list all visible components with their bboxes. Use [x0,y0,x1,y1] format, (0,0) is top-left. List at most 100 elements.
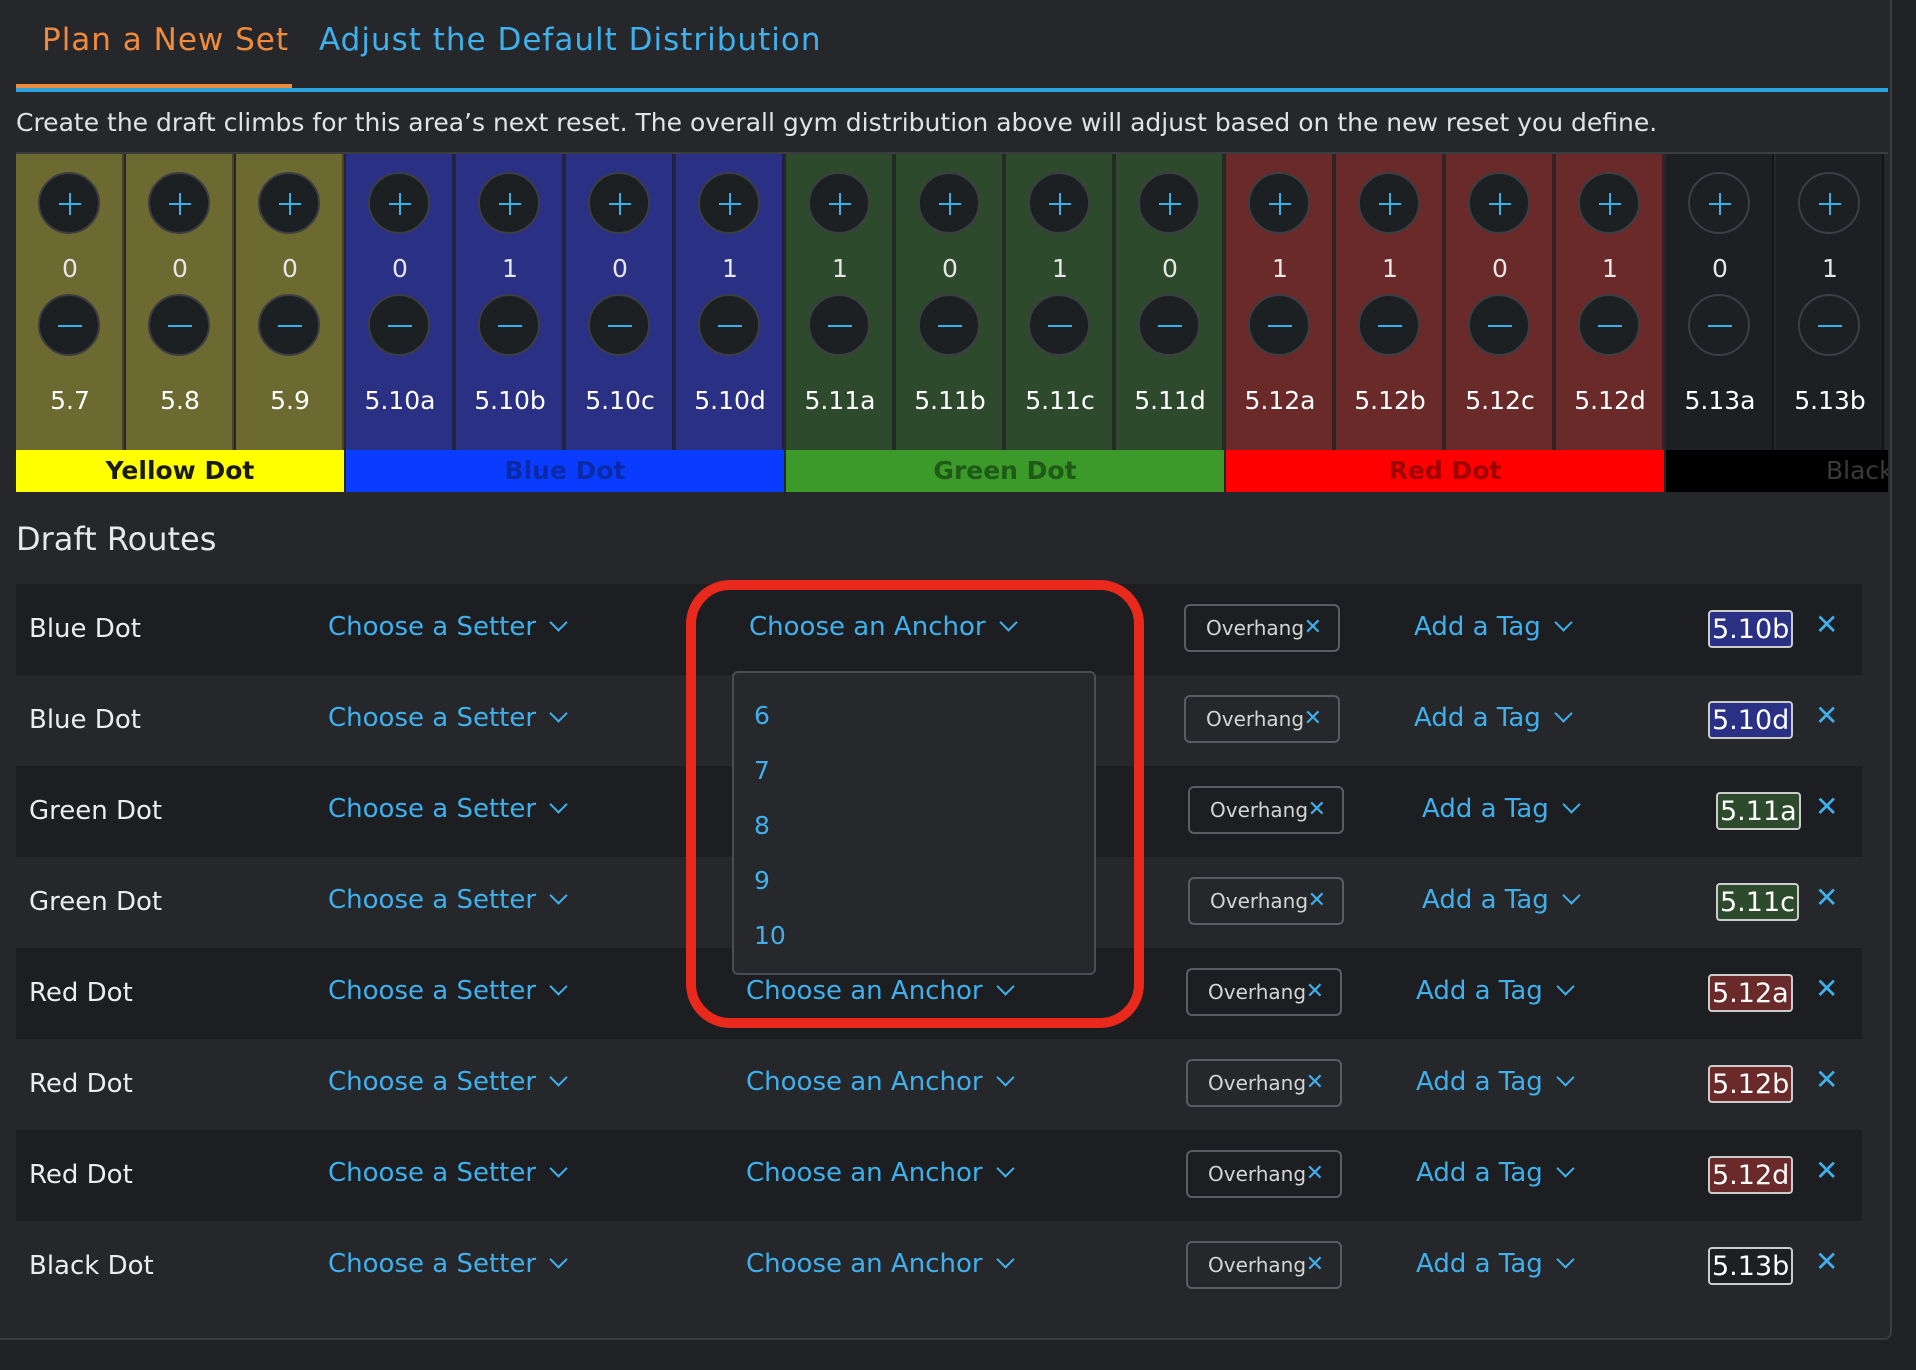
remove-route-icon[interactable]: ✕ [1815,790,1838,823]
anchor-dropdown-menu: 6 7 8 9 10 [732,671,1096,975]
grade-label: 5.12c [1465,386,1535,415]
decrement-button[interactable] [588,294,650,356]
increment-button[interactable] [368,172,430,234]
remove-route-icon[interactable]: ✕ [1815,699,1838,732]
remove-tag-icon[interactable]: ✕ [1306,1152,1324,1196]
anchor-dropdown[interactable]: Choose an Anchor [749,612,1018,642]
setter-dropdown[interactable]: Choose a Setter [328,976,568,1006]
add-tag-dropdown[interactable]: Add a Tag [1414,612,1573,642]
setter-dropdown-label: Choose a Setter [328,885,537,915]
add-tag-dropdown[interactable]: Add a Tag [1414,703,1573,733]
decrement-button[interactable] [1028,294,1090,356]
chevron-down-icon [1554,613,1573,632]
anchor-option[interactable]: 8 [754,811,770,840]
decrement-button[interactable] [38,294,100,356]
anchor-option[interactable]: 9 [754,866,770,895]
setter-dropdown[interactable]: Choose a Setter [328,1158,568,1188]
category-band-4: Red Dot [1226,450,1664,492]
plus-icon-stroke [1059,193,1061,215]
decrement-button[interactable] [478,294,540,356]
decrement-button[interactable] [698,294,760,356]
plus-icon-stroke [839,193,841,215]
decrement-button[interactable] [148,294,210,356]
increment-button[interactable] [1468,172,1530,234]
add-tag-dropdown[interactable]: Add a Tag [1416,976,1575,1006]
increment-button[interactable] [1138,172,1200,234]
grade-column: 1 5.12d [1556,154,1664,450]
add-tag-dropdown[interactable]: Add a Tag [1416,1067,1575,1097]
anchor-option[interactable]: 7 [754,756,770,785]
setter-dropdown[interactable]: Choose a Setter [328,703,568,733]
decrement-button[interactable] [808,294,870,356]
grade-label: 5.11b [914,386,986,415]
increment-button[interactable] [38,172,100,234]
remove-tag-icon[interactable]: ✕ [1308,879,1326,923]
anchor-dropdown[interactable]: Choose an Anchor [746,1249,1015,1279]
add-tag-dropdown[interactable]: Add a Tag [1416,1158,1575,1188]
remove-tag-icon[interactable]: ✕ [1304,697,1322,741]
remove-route-icon[interactable]: ✕ [1815,608,1838,641]
add-tag-label: Add a Tag [1416,976,1543,1006]
remove-tag-icon[interactable]: ✕ [1306,970,1324,1014]
increment-button[interactable] [1798,172,1860,234]
grade-label: 5.9 [270,386,310,415]
decrement-button[interactable] [1688,294,1750,356]
remove-route-icon[interactable]: ✕ [1815,972,1838,1005]
remove-tag-icon[interactable]: ✕ [1308,788,1326,832]
decrement-button[interactable] [918,294,980,356]
grade-column: 1 5.10b [456,154,564,450]
remove-route-icon[interactable]: ✕ [1815,1063,1838,1096]
add-tag-dropdown[interactable]: Add a Tag [1416,1249,1575,1279]
anchor-option[interactable]: 6 [754,701,770,730]
increment-button[interactable] [1028,172,1090,234]
remove-tag-icon[interactable]: ✕ [1306,1243,1324,1287]
route-name: Black Dot [29,1251,154,1281]
anchor-dropdown[interactable]: Choose an Anchor [746,1158,1015,1188]
anchor-dropdown[interactable]: Choose an Anchor [746,1067,1015,1097]
remove-route-icon[interactable]: ✕ [1815,881,1838,914]
increment-button[interactable] [588,172,650,234]
increment-button[interactable] [698,172,760,234]
setter-dropdown[interactable]: Choose a Setter [328,885,568,915]
decrement-button[interactable] [1468,294,1530,356]
increment-button[interactable] [1358,172,1420,234]
increment-button[interactable] [1578,172,1640,234]
tag-chip-label: Overhang [1208,1162,1307,1186]
decrement-button[interactable] [1138,294,1200,356]
increment-button[interactable] [478,172,540,234]
add-tag-dropdown[interactable]: Add a Tag [1422,794,1581,824]
category-band-1: Yellow Dot [16,450,344,492]
increment-button[interactable] [808,172,870,234]
anchor-dropdown[interactable]: Choose an Anchor [746,976,1015,1006]
increment-button[interactable] [1688,172,1750,234]
tab-adjust-distribution[interactable]: Adjust the Default Distribution [319,22,821,58]
anchor-option[interactable]: 10 [754,921,786,950]
decrement-button[interactable] [368,294,430,356]
setter-dropdown[interactable]: Choose a Setter [328,794,568,824]
setter-dropdown[interactable]: Choose a Setter [328,612,568,642]
category-band-3: Green Dot [786,450,1224,492]
chevron-down-icon [1556,1068,1575,1087]
increment-button[interactable] [148,172,210,234]
setter-dropdown[interactable]: Choose a Setter [328,1249,568,1279]
remove-tag-icon[interactable]: ✕ [1306,1061,1324,1105]
decrement-button[interactable] [1248,294,1310,356]
add-tag-dropdown[interactable]: Add a Tag [1422,885,1581,915]
grade-count: 0 [392,254,408,283]
increment-button[interactable] [258,172,320,234]
decrement-button[interactable] [1798,294,1860,356]
increment-button[interactable] [1248,172,1310,234]
setter-dropdown[interactable]: Choose a Setter [328,1067,568,1097]
tag-chip-label: Overhang [1210,798,1309,822]
remove-route-icon[interactable]: ✕ [1815,1245,1838,1278]
grade-label: 5.12d [1574,386,1646,415]
decrement-button[interactable] [1578,294,1640,356]
grade-column: 0 5.12c [1446,154,1554,450]
decrement-button[interactable] [258,294,320,356]
increment-button[interactable] [918,172,980,234]
decrement-button[interactable] [1358,294,1420,356]
tab-plan-new-set[interactable]: Plan a New Set [42,22,289,58]
remove-tag-icon[interactable]: ✕ [1304,606,1322,650]
remove-route-icon[interactable]: ✕ [1815,1154,1838,1187]
setter-dropdown-label: Choose a Setter [328,794,537,824]
